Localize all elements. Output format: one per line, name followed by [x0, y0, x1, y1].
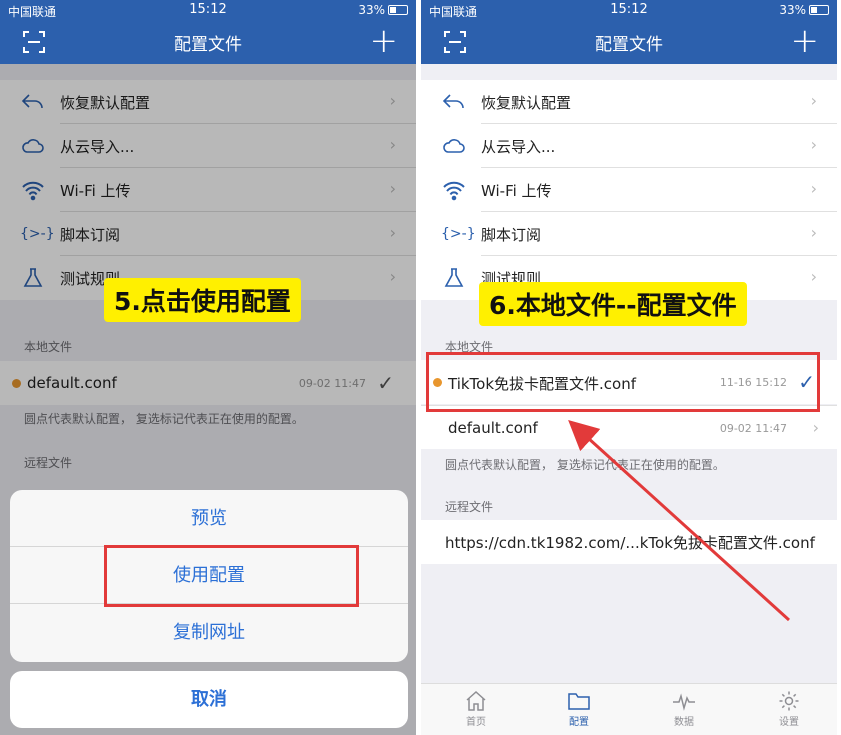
battery-icon: [388, 5, 408, 15]
tab-data[interactable]: 数据: [649, 684, 719, 735]
chevron-right-icon: ›: [810, 135, 817, 154]
tab-label: 配置: [569, 717, 589, 728]
right-phone-screen: 中国联通 15:12 33% 配置文件 + 恢复默认配置 › 从云导入... ›…: [421, 0, 837, 735]
undo-arrow-icon: [442, 94, 464, 109]
page-title: 配置文件: [174, 35, 242, 55]
chevron-right-icon: ›: [810, 179, 817, 198]
menu-item-label: 脚本订阅: [481, 226, 542, 244]
legend-note: 圆点代表默认配置， 复选标记代表正在使用的配置。: [445, 458, 725, 472]
add-icon[interactable]: +: [791, 24, 820, 58]
add-icon[interactable]: +: [370, 24, 399, 58]
battery-indicator: 33%: [779, 3, 829, 17]
status-time: 15:12: [610, 2, 648, 17]
copy-url-button[interactable]: 复制网址: [10, 604, 408, 661]
page-title: 配置文件: [595, 35, 663, 55]
menu-item-label: 从云导入...: [481, 138, 556, 156]
action-menu: 恢复默认配置 › 从云导入... › Wi-Fi 上传 › {>-} 脚本订阅 …: [421, 80, 837, 300]
status-bar: 中国联通 15:12 33%: [421, 0, 837, 20]
file-name: default.conf: [448, 419, 538, 437]
preview-button[interactable]: 预览: [10, 490, 408, 547]
menu-item-cloud-import[interactable]: 从云导入... ›: [421, 124, 837, 168]
remote-file-row[interactable]: https://cdn.tk1982.com/...kTok免拔卡配置文件.co…: [421, 520, 837, 564]
step-callout-6: 6.本地文件--配置文件: [479, 282, 747, 326]
battery-icon: [809, 5, 829, 15]
highlight-box-use-config: [104, 545, 359, 607]
status-bar: 中国联通 15:12 33%: [0, 0, 416, 20]
wifi-icon: [443, 181, 465, 201]
cloud-icon: [443, 139, 465, 153]
tab-label: 首页: [466, 717, 486, 728]
highlight-box-tiktok-file: [426, 352, 820, 412]
gear-icon: [779, 691, 799, 711]
script-braces-icon: {>-}: [441, 226, 476, 242]
chevron-right-icon: ›: [810, 91, 817, 110]
tab-bar: 首页 配置 数据 设置: [421, 683, 837, 735]
menu-item-restore-default[interactable]: 恢复默认配置 ›: [421, 80, 837, 124]
chevron-right-icon: ›: [812, 418, 819, 437]
tab-config[interactable]: 配置: [544, 684, 614, 735]
left-phone-screen: 中国联通 15:12 33% 配置文件 + 恢复默认配置 › 从云导入... ›…: [0, 0, 416, 735]
battery-percent: 33%: [358, 3, 385, 17]
nav-bar: 配置文件 +: [421, 20, 837, 64]
status-time: 15:12: [189, 2, 227, 17]
tab-label: 设置: [779, 717, 799, 728]
menu-item-wifi-upload[interactable]: Wi-Fi 上传 ›: [421, 168, 837, 212]
nav-bar: 配置文件 +: [0, 20, 416, 64]
flask-icon: [444, 268, 464, 287]
step-callout-5: 5.点击使用配置: [104, 278, 301, 322]
pulse-icon: [673, 693, 695, 711]
battery-indicator: 33%: [358, 3, 408, 17]
menu-item-label: Wi-Fi 上传: [481, 182, 552, 200]
menu-item-label: 恢复默认配置: [481, 94, 572, 112]
menu-item-script-subscribe[interactable]: {>-} 脚本订阅 ›: [421, 212, 837, 256]
cancel-button[interactable]: 取消: [10, 671, 408, 728]
file-date: 09-02 11:47: [719, 422, 787, 435]
battery-percent: 33%: [779, 3, 806, 17]
folder-icon: [568, 693, 590, 710]
tab-home[interactable]: 首页: [441, 684, 511, 735]
tab-label: 数据: [674, 717, 694, 728]
home-icon: [466, 690, 486, 711]
chevron-right-icon: ›: [810, 223, 817, 242]
remote-files-header: 远程文件: [445, 500, 494, 514]
remote-file-url: https://cdn.tk1982.com/...kTok免拔卡配置文件.co…: [445, 534, 815, 552]
chevron-right-icon: ›: [810, 267, 817, 286]
tab-settings[interactable]: 设置: [754, 684, 824, 735]
